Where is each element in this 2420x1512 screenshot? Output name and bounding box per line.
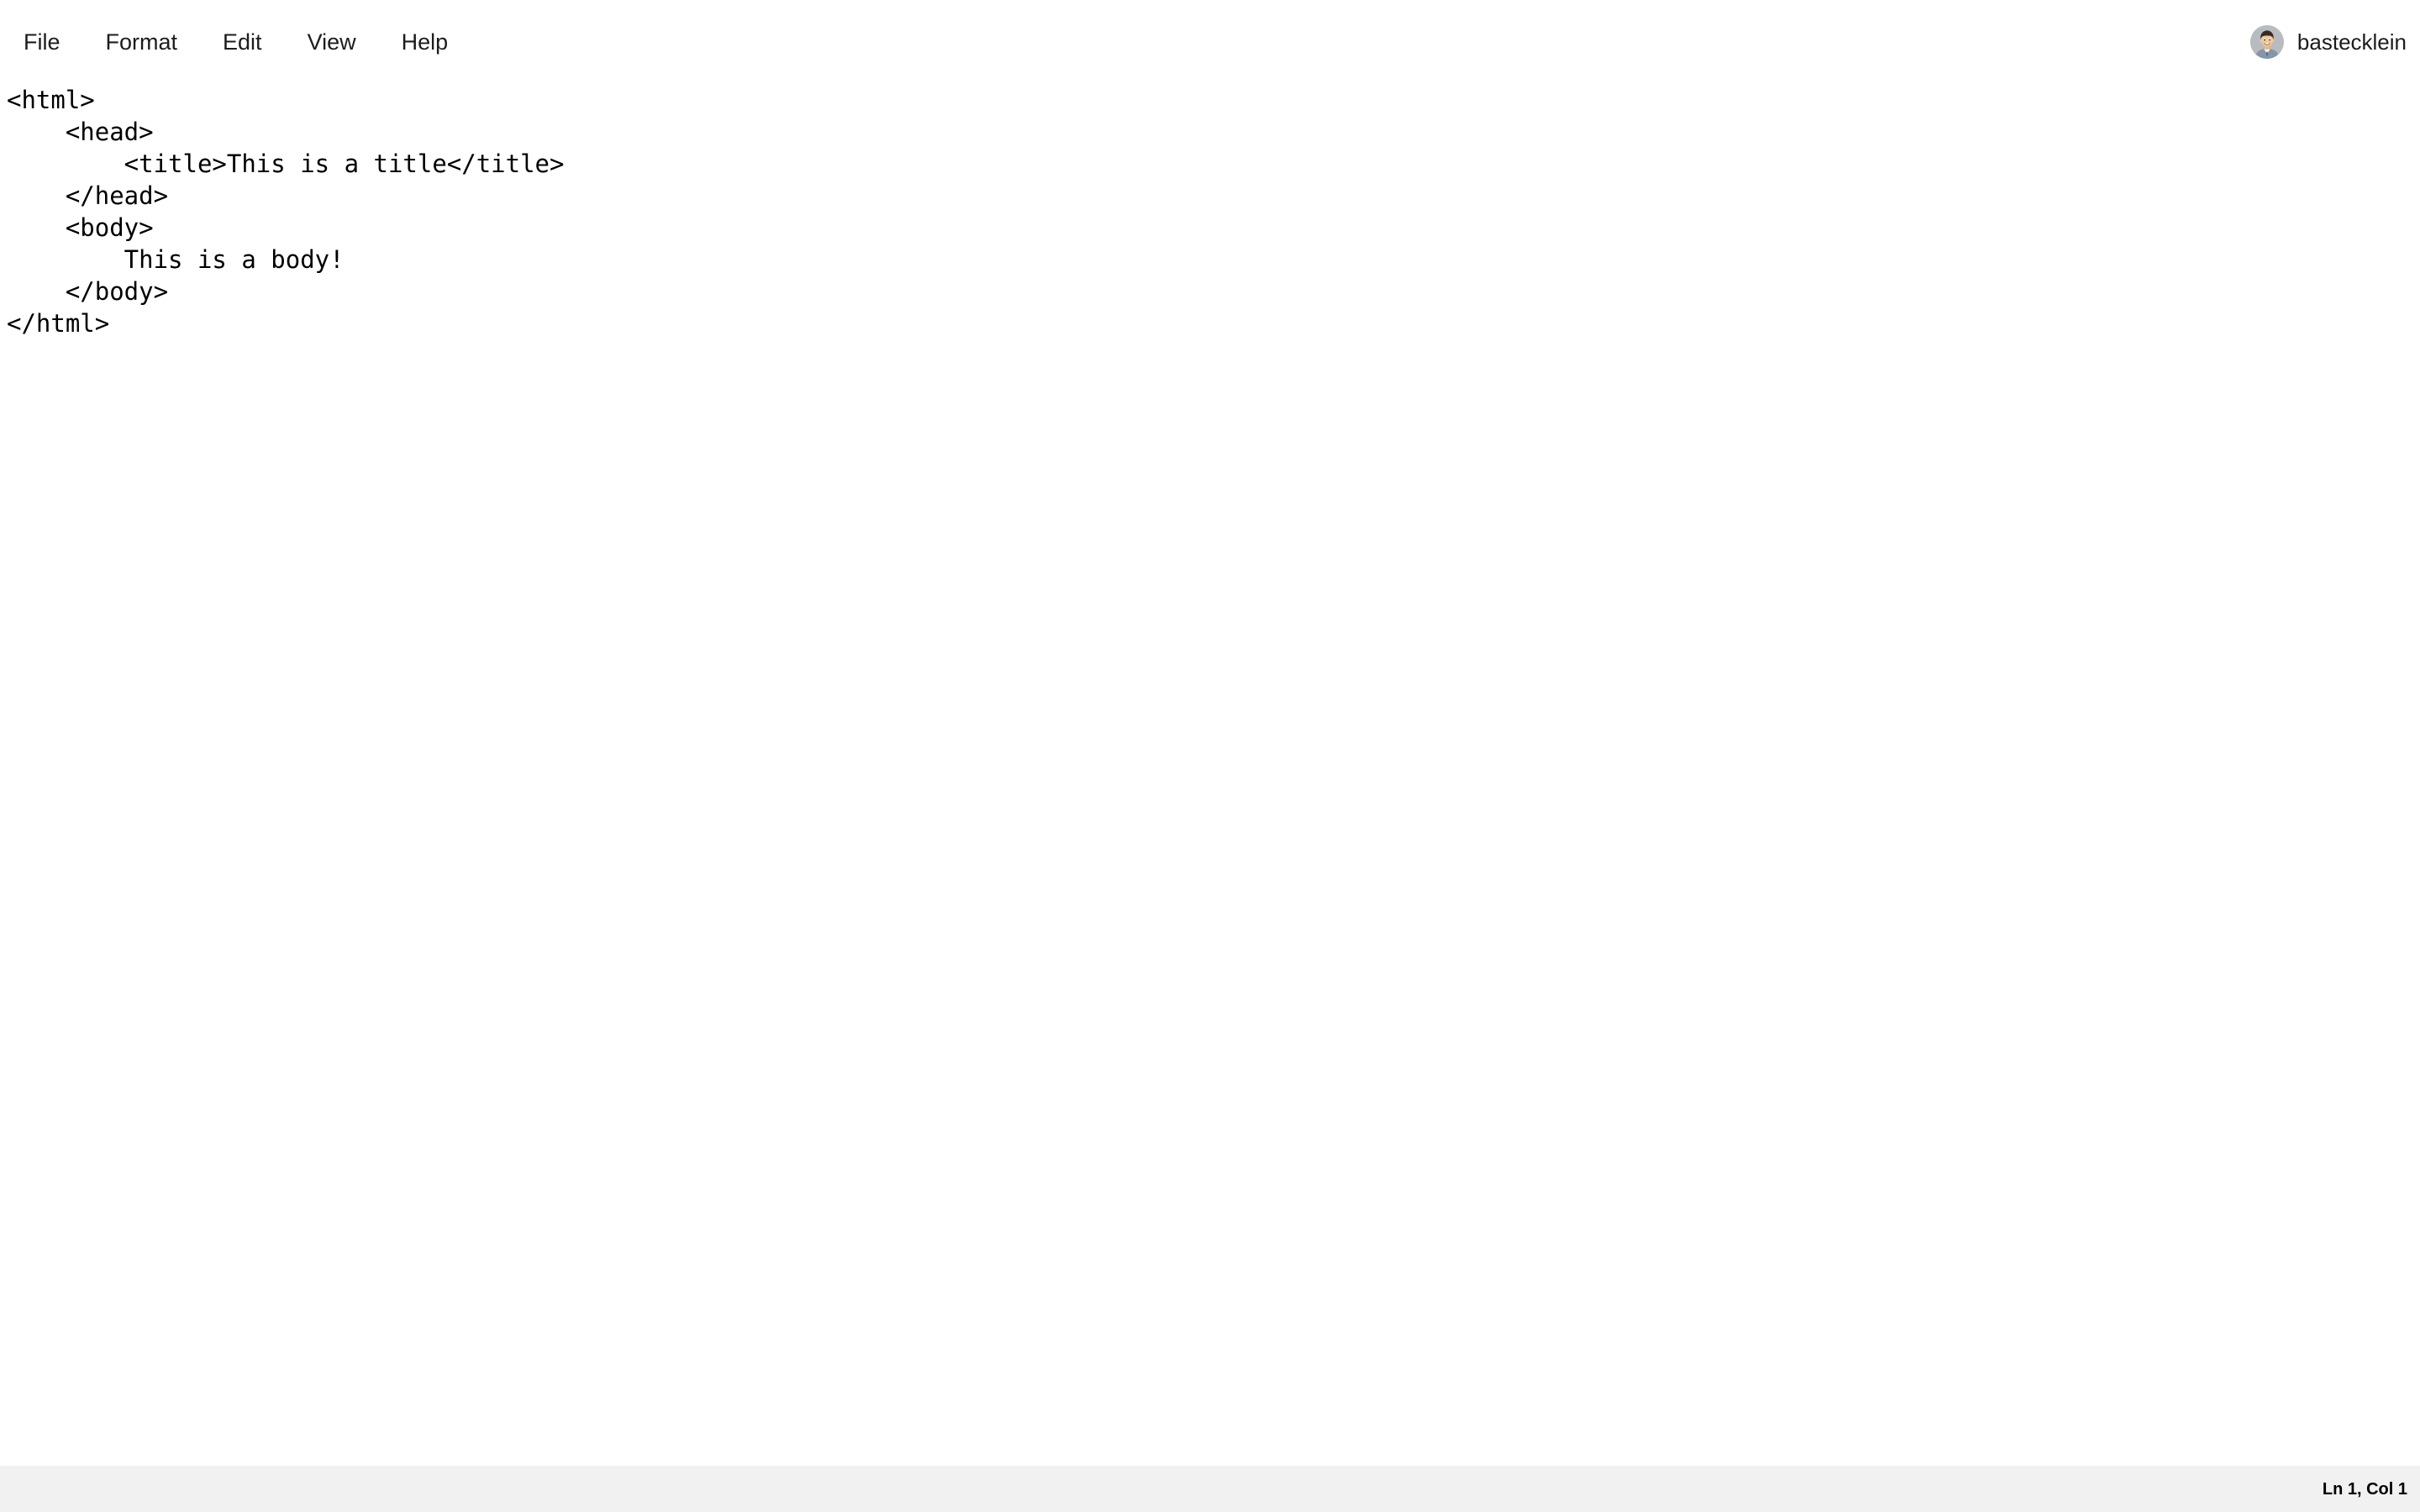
- menu-item-list: File Format Edit View Help: [0, 0, 493, 84]
- menu-item-format[interactable]: Format: [106, 23, 178, 62]
- menu-bar: File Format Edit View Help bastecklein: [0, 0, 2420, 84]
- menu-item-file[interactable]: File: [24, 23, 60, 62]
- user-avatar-icon: [2249, 25, 2284, 59]
- menu-item-edit[interactable]: Edit: [223, 23, 262, 62]
- user-account-button[interactable]: bastecklein: [2249, 25, 2407, 59]
- notepad-window: File Format Edit View Help bastecklein <…: [0, 0, 2420, 1512]
- menu-item-view[interactable]: View: [308, 23, 356, 62]
- username-label: bastecklein: [2296, 29, 2407, 55]
- cursor-position-status: Ln 1, Col 1: [2322, 1479, 2407, 1499]
- menu-item-help[interactable]: Help: [402, 23, 449, 62]
- status-bar: Ln 1, Col 1: [0, 1466, 2420, 1512]
- code-text-area[interactable]: <html> <head> <title>This is a title</ti…: [0, 84, 2420, 1466]
- editor-pane[interactable]: <html> <head> <title>This is a title</ti…: [0, 84, 2420, 1466]
